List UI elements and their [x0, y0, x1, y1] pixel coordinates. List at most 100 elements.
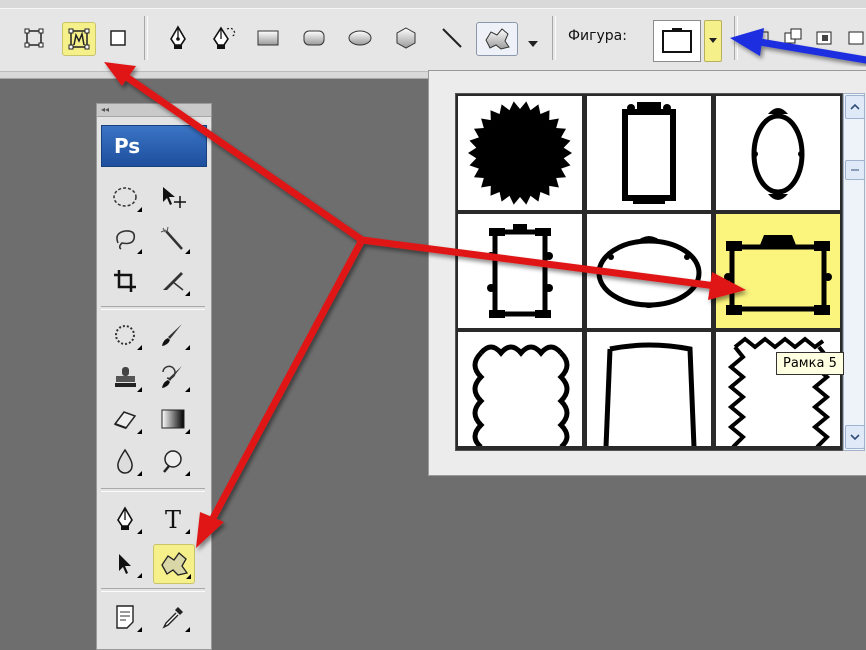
- slice-tool[interactable]: [153, 262, 193, 300]
- eraser-icon: [113, 411, 137, 429]
- clone-stamp-icon: [115, 367, 136, 387]
- tall-frame-shape-icon: [622, 102, 676, 204]
- rectangle-icon: [257, 30, 279, 46]
- options-bar: Фигура:: [0, 0, 866, 79]
- pen-icon: [170, 25, 186, 49]
- blur-icon: [117, 448, 133, 474]
- toolbox-separator: [101, 488, 205, 492]
- fill-pixels-mode-button[interactable]: [102, 22, 134, 54]
- rectangle-tool-button[interactable]: [252, 22, 284, 54]
- starburst-shape-icon: [468, 101, 572, 205]
- rounded-rectangle-tool-button[interactable]: [298, 22, 330, 54]
- crop-tool[interactable]: [105, 262, 145, 300]
- custom-shape-tool[interactable]: [153, 544, 195, 584]
- blur-tool[interactable]: [105, 442, 145, 480]
- brush-tool[interactable]: [153, 316, 193, 354]
- intersect-shape-icon: [848, 31, 864, 45]
- chevron-down-icon: [528, 41, 538, 47]
- oval-frame-shape-icon: [751, 108, 805, 200]
- toolbox-grip[interactable]: ◂◂: [97, 104, 211, 117]
- shape-cell-frame-scalloped[interactable]: [458, 332, 582, 446]
- toolbox-separator: [101, 588, 205, 592]
- chevron-up-icon: [850, 104, 860, 110]
- type-icon: T: [165, 506, 181, 532]
- ellipse-tool-button[interactable]: [344, 22, 376, 54]
- scroll-thumb[interactable]: [845, 160, 865, 180]
- elliptical-marquee-icon: [113, 187, 137, 207]
- shape-picker-dropdown-button[interactable]: [704, 20, 722, 62]
- ornate-frame-shape-icon: [487, 224, 553, 318]
- custom-shape-picker-panel: [428, 70, 866, 476]
- intersect-shape-button[interactable]: [842, 22, 866, 54]
- eyedropper-icon: [162, 607, 183, 629]
- dodge-tool[interactable]: [153, 442, 193, 480]
- elliptical-marquee-tool[interactable]: [105, 178, 145, 216]
- ellipse-icon: [348, 30, 372, 46]
- crop-icon: [114, 270, 136, 292]
- notes-icon: [116, 605, 134, 629]
- brush-icon: [162, 324, 182, 346]
- polygon-tool-button[interactable]: [390, 22, 422, 54]
- pen-tool[interactable]: [105, 500, 145, 538]
- healing-brush-icon: [115, 325, 135, 345]
- dodge-icon: [163, 450, 182, 473]
- path-selection-tool[interactable]: [105, 544, 145, 582]
- add-to-shape-button[interactable]: [778, 22, 810, 54]
- separator: [144, 16, 148, 60]
- shape-cell-frame-ornate[interactable]: [458, 214, 582, 328]
- tool-options-dropdown-arrow[interactable]: [528, 34, 538, 53]
- picker-scrollbar[interactable]: [843, 93, 865, 451]
- eraser-tool[interactable]: [105, 400, 145, 438]
- zigzag-frame-shape-icon: [727, 336, 831, 446]
- grip-icon: [851, 169, 859, 171]
- shape-cell-frame-rect-tall[interactable]: [587, 96, 711, 210]
- shape-cell-frame-oval-wide[interactable]: [587, 214, 711, 328]
- move-tool[interactable]: [153, 178, 193, 216]
- magic-wand-tool[interactable]: [153, 220, 193, 258]
- frame-5-shape-icon: [724, 235, 832, 315]
- notes-tool[interactable]: [105, 598, 145, 636]
- lasso-icon: [116, 230, 136, 250]
- eyedropper-tool[interactable]: [153, 598, 193, 636]
- pen-tool-button[interactable]: [162, 22, 194, 54]
- magic-wand-icon: [160, 226, 183, 250]
- slice-icon: [163, 272, 184, 291]
- type-tool[interactable]: T: [153, 500, 193, 538]
- healing-brush-tool[interactable]: [105, 316, 145, 354]
- svg-text:T: T: [165, 506, 181, 532]
- subtract-shape-icon: [816, 31, 832, 45]
- subtract-from-shape-button[interactable]: [810, 22, 842, 54]
- shape-cell-frame-oval[interactable]: [716, 96, 840, 210]
- scroll-down-button[interactable]: [845, 425, 865, 449]
- shape-layers-mode-button[interactable]: [18, 22, 50, 54]
- wide-oval-frame-shape-icon: [596, 236, 702, 308]
- chevron-down-icon: [850, 434, 860, 440]
- gradient-tool[interactable]: [153, 400, 193, 438]
- clone-stamp-tool[interactable]: [105, 358, 145, 396]
- new-shape-icon: [753, 31, 769, 45]
- photoshop-logo[interactable]: Ps: [101, 125, 207, 167]
- shape-cell-starburst[interactable]: [458, 96, 582, 210]
- shape-label: Фигура:: [568, 28, 627, 44]
- paths-mode-button[interactable]: [62, 22, 96, 56]
- scalloped-frame-shape-icon: [472, 344, 570, 446]
- history-brush-icon: [162, 365, 182, 388]
- paths-icon: [68, 28, 90, 50]
- lasso-tool[interactable]: [105, 220, 145, 258]
- freeform-pen-tool-button[interactable]: [208, 22, 240, 54]
- scroll-up-button[interactable]: [845, 95, 865, 119]
- shape-cell-frame-5-selected[interactable]: [716, 214, 840, 328]
- custom-shape-tool-button[interactable]: [476, 22, 518, 56]
- new-shape-layer-button[interactable]: [746, 22, 778, 54]
- polygon-icon: [396, 27, 416, 49]
- shape-preview[interactable]: [653, 20, 701, 62]
- gradient-icon: [161, 409, 185, 429]
- custom-shape-icon: [485, 28, 510, 50]
- toolbox-separator: [101, 306, 205, 310]
- history-brush-tool[interactable]: [153, 358, 193, 396]
- line-tool-button[interactable]: [436, 22, 468, 54]
- frame-shape-icon: [662, 28, 692, 53]
- rounded-rectangle-icon: [303, 30, 325, 46]
- shape-cell-frame-zigzag[interactable]: [716, 332, 840, 446]
- shape-cell-frame-rough[interactable]: [587, 332, 711, 446]
